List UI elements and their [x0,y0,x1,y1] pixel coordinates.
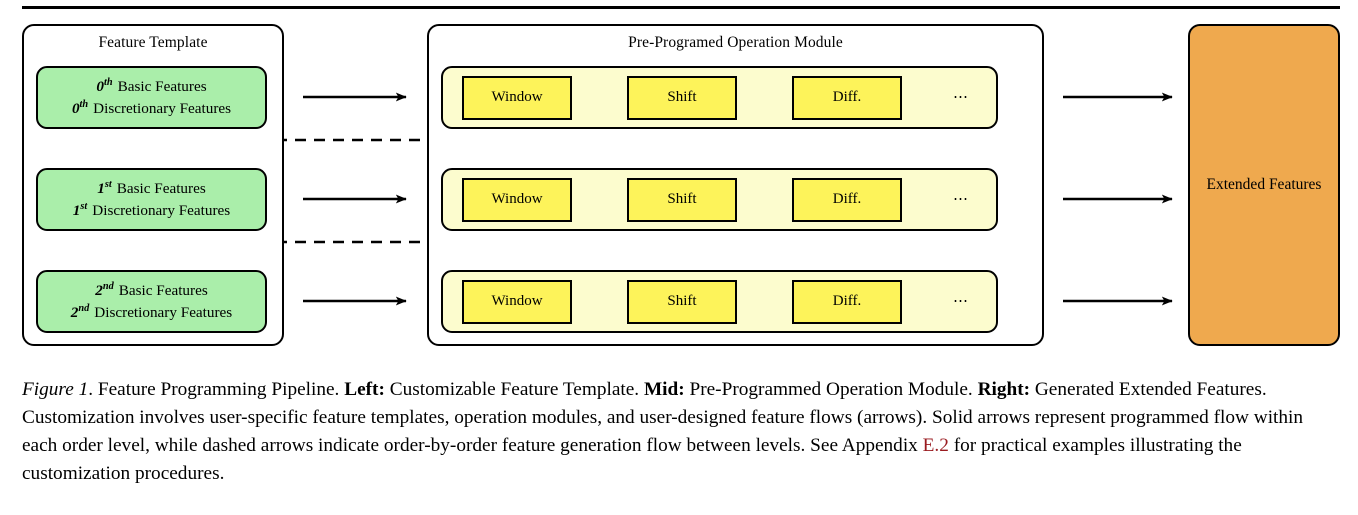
op-cell-diff-row0[interactable]: Diff. [792,75,902,120]
caption-label-right: Right: [977,379,1031,400]
template-box-order-1-line2: 1st Discretionary Features [72,200,231,219]
template-box-order-0-line1: 0th Basic Features [96,76,207,95]
figure-caption: Figure 1. Feature Programming Pipeline. … [22,376,1340,488]
op-ellipsis-row1: ⋯ [953,191,970,207]
op-ellipsis-row0: ⋯ [953,89,970,105]
caption-text-2: Customizable Feature Template. [384,379,644,400]
caption-label-left: Left: [344,379,385,400]
template-box-order-1[interactable]: 1st Basic Features 1st Discretionary Featu… [36,168,267,231]
caption-text-3: Pre-Programmed Operation Module. [684,379,978,400]
template-box-order-2-line1: 2nd Basic Features [95,280,208,299]
op-cell-shift-row1[interactable]: Shift [627,177,737,222]
template-box-order-2-line2: 2nd Discretionary Features [70,302,233,321]
figure-canvas: Feature Template 0th Basic Features 0th Di… [0,0,1358,370]
op-cell-window-row1[interactable]: Window [462,177,572,222]
caption-text-1: . Feature Programming Pipeline. [88,379,345,400]
template-box-order-0-line2: 0th Discretionary Features [71,98,232,117]
panel-feature-template-title: Feature Template [98,34,208,51]
operation-row-order-1: Window Shift Diff. ⋯ [441,168,998,231]
template-box-order-1-line1: 1st Basic Features [97,178,206,197]
template-box-order-2[interactable]: 2nd Basic Features 2nd Discretionary Featu… [36,270,267,333]
op-cell-diff-row1[interactable]: Diff. [792,177,902,222]
op-cell-diff-row2[interactable]: Diff. [792,279,902,324]
extended-features-box[interactable]: Extended Features [1188,24,1340,346]
caption-label-mid: Mid: [643,379,685,400]
op-ellipsis-row2: ⋯ [953,293,970,309]
op-cell-window-row0[interactable]: Window [462,75,572,120]
panel-operation-module-title: Pre-Programed Operation Module [628,34,843,51]
op-cell-shift-row0[interactable]: Shift [627,75,737,120]
op-cell-window-row2[interactable]: Window [462,279,572,324]
caption-appendix-link[interactable]: E.2 [923,435,949,456]
caption-figure-number: Figure 1 [22,379,89,400]
operation-row-order-2: Window Shift Diff. ⋯ [441,270,998,333]
template-box-order-0[interactable]: 0th Basic Features 0th Discretionary Featu… [36,66,267,129]
op-cell-shift-row2[interactable]: Shift [627,279,737,324]
operation-row-order-0: Window Shift Diff. ⋯ [441,66,998,129]
